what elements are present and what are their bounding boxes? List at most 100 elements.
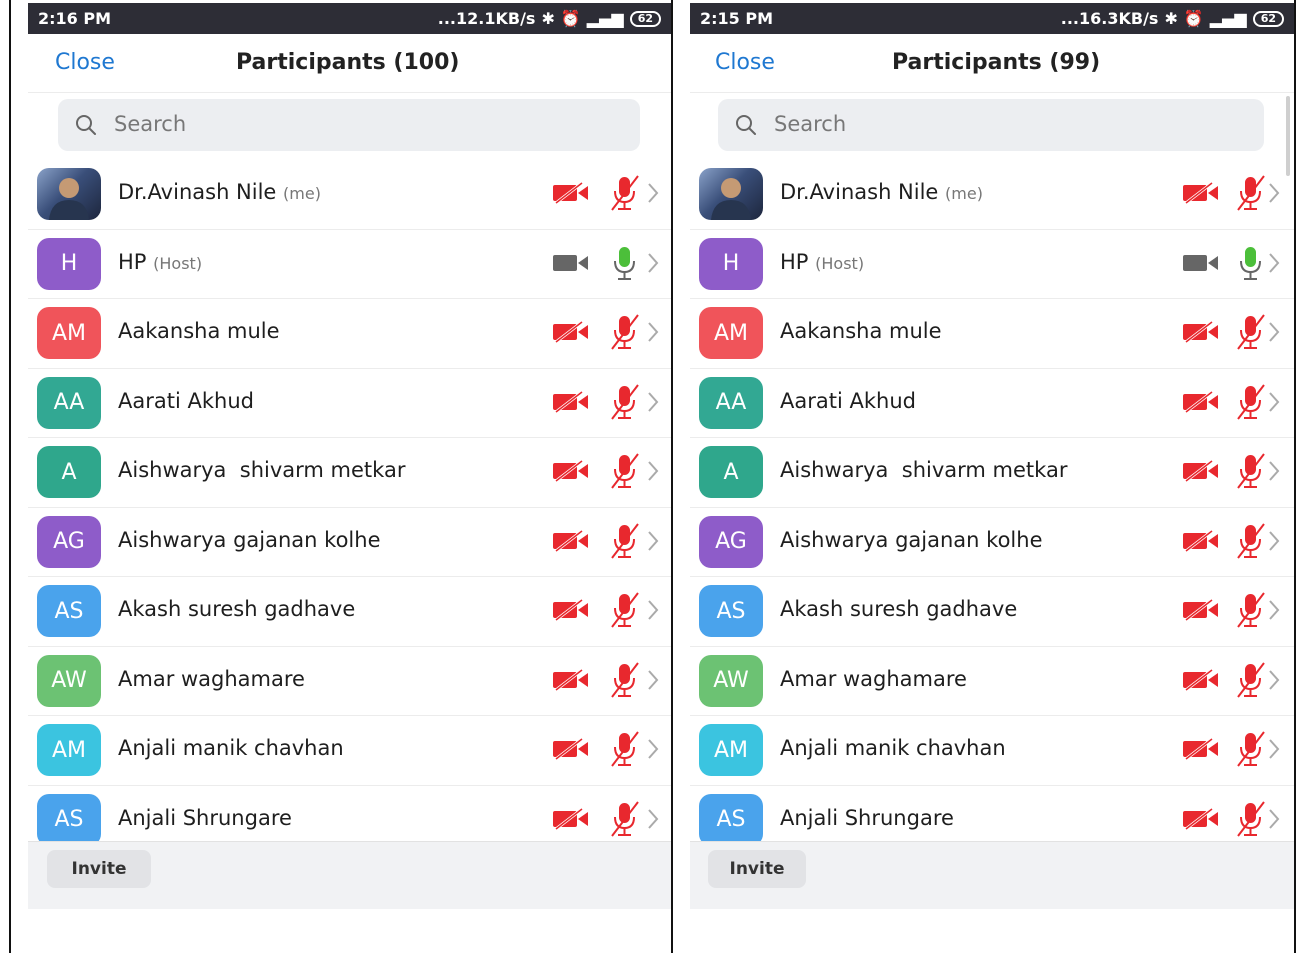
chevron-right-icon[interactable] — [647, 321, 659, 347]
participant-row[interactable]: A Aishwarya shivarm metkar — [28, 438, 671, 508]
chevron-right-icon[interactable] — [647, 391, 659, 417]
participant-row[interactable]: H HP (Host) — [690, 230, 1294, 299]
avatar: A — [699, 446, 763, 498]
participant-name: Dr.Avinash Nile (me) — [118, 180, 321, 204]
participant-name-text: Akash suresh gadhave — [118, 597, 356, 621]
participant-name: Anjali manik chavhan — [118, 736, 344, 760]
invite-button[interactable]: Invite — [47, 850, 151, 888]
participant-name: Aakansha mule — [118, 319, 280, 343]
avatar: AS — [37, 793, 101, 846]
avatar: H — [699, 237, 763, 290]
alarm-icon: ⏰ — [1183, 9, 1204, 28]
status-time: 2:15 PM — [700, 9, 774, 28]
chevron-right-icon[interactable] — [647, 669, 659, 695]
mic-muted-icon — [608, 174, 642, 216]
participant-name-text: Aakansha mule — [780, 319, 942, 343]
participant-row[interactable]: AG Aishwarya gajanan kolhe — [690, 508, 1294, 577]
participant-name: Aishwarya gajanan kolhe — [118, 528, 381, 552]
participant-name-text: Amar waghamare — [118, 666, 305, 691]
mic-muted-icon — [1234, 383, 1268, 425]
participant-row[interactable]: AM Anjali manik chavhan — [28, 716, 671, 786]
participant-name-text: Anjali Shrungare — [118, 805, 292, 830]
chevron-right-icon[interactable] — [647, 460, 659, 486]
participant-row[interactable]: AS Akash suresh gadhave — [690, 577, 1294, 647]
participant-name-text: Aishwarya shivarm metkar — [780, 458, 1068, 482]
video-off-icon — [1182, 181, 1220, 208]
avatar: A — [37, 446, 101, 498]
participant-row[interactable]: Dr.Avinash Nile (me) — [28, 160, 671, 230]
participant-name: Aishwarya gajanan kolhe — [780, 528, 1043, 552]
participant-row[interactable]: Dr.Avinash Nile (me) — [690, 160, 1294, 230]
signal-icon: ▂▄▆ — [1209, 9, 1247, 28]
mic-muted-icon — [1234, 800, 1268, 842]
participant-row[interactable]: AW Amar waghamare — [690, 647, 1294, 716]
close-button[interactable]: Close — [715, 50, 775, 75]
video-icon — [1182, 252, 1220, 278]
participant-role-tag: (me) — [945, 184, 983, 203]
search-icon — [76, 115, 96, 135]
participant-name-text: HP — [780, 249, 809, 274]
status-bar: 2:16 PM ...12.1KB/s ✱ ⏰ ▂▄▆ 62 — [28, 3, 671, 34]
participant-name: Anjali manik chavhan — [780, 736, 1006, 760]
chevron-right-icon[interactable] — [1268, 460, 1280, 486]
battery-icon: 62 — [1252, 10, 1284, 27]
participant-row[interactable]: AM Aakansha mule — [690, 299, 1294, 369]
participant-row[interactable]: AA Aarati Akhud — [690, 369, 1294, 438]
divider-left — [9, 0, 11, 953]
chevron-right-icon[interactable] — [1268, 530, 1280, 556]
chevron-right-icon[interactable] — [1268, 669, 1280, 695]
participant-list: Dr.Avinash Nile (me) H HP (Host) AM Aakansha… — [690, 160, 1294, 855]
participant-row[interactable]: AW Amar waghamare — [28, 647, 671, 716]
participant-role-tag: (Host) — [153, 253, 203, 273]
chevron-right-icon[interactable] — [1268, 182, 1280, 208]
participants-panel-right: 2:15 PM ...16.3KB/s ✱ ⏰ ▂▄▆ 62 Close Par… — [690, 3, 1294, 909]
chevron-right-icon[interactable] — [1268, 599, 1280, 625]
participant-row[interactable]: AS Akash suresh gadhave — [28, 577, 671, 647]
video-off-icon — [1182, 529, 1220, 556]
chevron-right-icon[interactable] — [647, 599, 659, 625]
chevron-right-icon[interactable] — [647, 182, 659, 208]
battery-icon: 62 — [629, 10, 661, 27]
chevron-right-icon[interactable] — [1268, 738, 1280, 764]
invite-button[interactable]: Invite — [708, 850, 806, 888]
participant-row[interactable]: AM Anjali manik chavhan — [690, 716, 1294, 786]
participant-name: Akash suresh gadhave — [118, 597, 355, 621]
participant-row[interactable]: AA Aarati Akhud — [28, 369, 671, 438]
avatar: AM — [699, 307, 763, 359]
search-input[interactable]: Search — [58, 99, 640, 151]
participant-name: Aishwarya shivarm metkar — [118, 458, 405, 482]
chevron-right-icon[interactable] — [647, 252, 659, 278]
chevron-right-icon[interactable] — [647, 530, 659, 556]
mic-muted-icon — [1234, 522, 1268, 564]
mic-muted-icon — [1234, 730, 1268, 772]
avatar: AW — [37, 654, 101, 707]
video-off-icon — [552, 737, 590, 764]
participant-row[interactable]: AM Aakansha mule — [28, 299, 671, 369]
mic-muted-icon — [608, 522, 642, 564]
divider-right — [1294, 0, 1296, 953]
network-speed: ...16.3KB/s — [1060, 9, 1159, 28]
status-bar: 2:15 PM ...16.3KB/s ✱ ⏰ ▂▄▆ 62 — [690, 3, 1294, 34]
participant-row[interactable]: A Aishwarya shivarm metkar — [690, 438, 1294, 508]
participant-name-text: Aarati Akhud — [780, 388, 916, 413]
participant-row[interactable]: AG Aishwarya gajanan kolhe — [28, 508, 671, 577]
signal-icon: ▂▄▆ — [586, 9, 624, 28]
participant-row[interactable]: H HP (Host) — [28, 230, 671, 299]
mic-muted-icon — [1234, 591, 1268, 633]
chevron-right-icon[interactable] — [1268, 391, 1280, 417]
chevron-right-icon[interactable] — [1268, 321, 1280, 347]
mic-muted-icon — [1234, 313, 1268, 355]
avatar: AS — [699, 585, 763, 637]
chevron-right-icon[interactable] — [647, 738, 659, 764]
chevron-right-icon[interactable] — [647, 808, 659, 834]
participant-name: Aarati Akhud — [780, 389, 916, 413]
divider-middle — [671, 0, 673, 953]
chevron-right-icon[interactable] — [1268, 252, 1280, 278]
chevron-right-icon[interactable] — [1268, 808, 1280, 834]
participant-name-text: Dr.Avinash Nile — [118, 180, 277, 204]
video-off-icon — [552, 807, 590, 834]
search-input[interactable]: Search — [718, 99, 1264, 151]
mic-muted-icon — [608, 383, 642, 425]
participant-name: Aakansha mule — [780, 319, 942, 343]
close-button[interactable]: Close — [55, 50, 115, 75]
